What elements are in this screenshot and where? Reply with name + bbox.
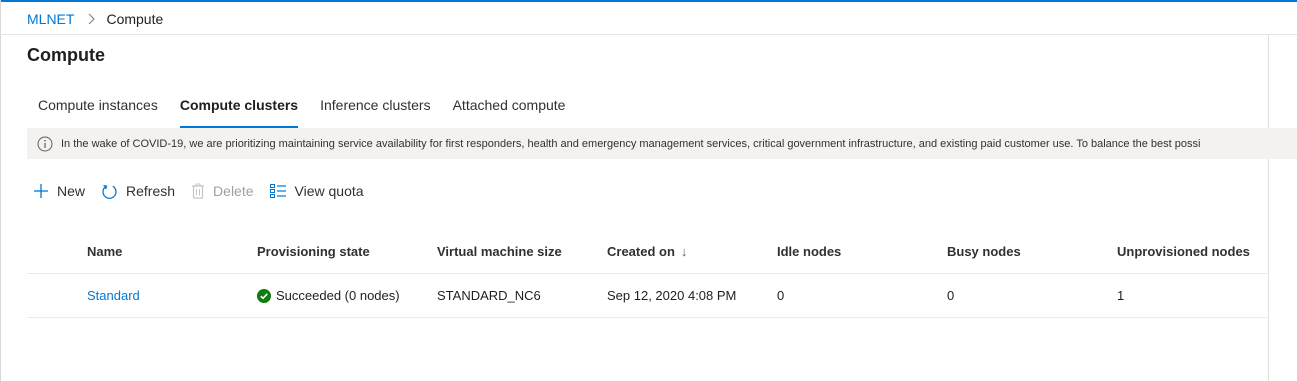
unprovisioned-nodes-cell: 1 xyxy=(1117,288,1125,303)
left-border xyxy=(0,0,1,381)
new-button[interactable]: New xyxy=(33,183,85,199)
column-header-name[interactable]: Name xyxy=(87,244,122,259)
command-bar: New Refresh Delete View quota xyxy=(33,180,380,202)
busy-nodes-cell: 0 xyxy=(947,288,955,303)
view-quota-button-label: View quota xyxy=(294,183,364,199)
breadcrumb-current: Compute xyxy=(106,11,164,27)
trash-icon xyxy=(192,183,205,199)
column-header-created-on[interactable]: Created on ↓ xyxy=(607,244,687,259)
header-divider xyxy=(0,34,1297,35)
compute-clusters-table: Name Provisioning state Virtual machine … xyxy=(27,230,1269,318)
provisioning-state-cell: Succeeded (0 nodes) xyxy=(257,288,400,303)
column-header-busy-nodes[interactable]: Busy nodes xyxy=(947,244,1021,259)
plus-icon xyxy=(34,184,48,198)
chevron-right-icon xyxy=(87,13,96,25)
table-row[interactable]: Standard Succeeded (0 nodes) STANDARD_NC… xyxy=(27,274,1269,318)
tab-compute-instances[interactable]: Compute instances xyxy=(27,94,169,128)
idle-nodes-cell: 0 xyxy=(777,288,785,303)
quota-list-icon xyxy=(269,184,286,198)
delete-button-label: Delete xyxy=(213,183,254,199)
column-header-provisioning-state[interactable]: Provisioning state xyxy=(257,244,370,259)
new-button-label: New xyxy=(57,183,86,199)
created-on-cell: Sep 12, 2020 4:08 PM xyxy=(607,288,737,303)
refresh-icon xyxy=(102,184,117,199)
column-header-idle-nodes[interactable]: Idle nodes xyxy=(777,244,841,259)
panel-divider xyxy=(1268,35,1269,381)
tab-attached-compute[interactable]: Attached compute xyxy=(442,94,577,128)
vm-size-cell: STANDARD_NC6 xyxy=(437,288,541,303)
top-accent-bar xyxy=(0,0,1297,2)
sort-descending-icon: ↓ xyxy=(680,244,688,259)
view-quota-button[interactable]: View quota xyxy=(269,183,364,199)
breadcrumb-workspace-link[interactable]: MLNET xyxy=(27,11,74,27)
refresh-button[interactable]: Refresh xyxy=(101,183,175,200)
breadcrumb: MLNET Compute xyxy=(27,10,163,28)
info-icon xyxy=(37,136,53,151)
tab-bar: Compute instances Compute clusters Infer… xyxy=(27,94,576,128)
table-header-row: Name Provisioning state Virtual machine … xyxy=(27,230,1269,274)
success-check-icon xyxy=(257,288,271,303)
column-header-unprovisioned-nodes[interactable]: Unprovisioned nodes xyxy=(1117,244,1250,259)
banner-text: In the wake of COVID-19, we are prioriti… xyxy=(61,137,1201,150)
provisioning-state-text: Succeeded (0 nodes) xyxy=(276,288,400,303)
tab-inference-clusters[interactable]: Inference clusters xyxy=(309,94,442,128)
refresh-button-label: Refresh xyxy=(126,183,176,199)
column-header-created-on-label: Created on xyxy=(607,244,675,259)
page-title: Compute xyxy=(27,45,105,65)
tab-compute-clusters[interactable]: Compute clusters xyxy=(169,94,309,128)
cluster-name-link[interactable]: Standard xyxy=(87,288,140,303)
delete-button[interactable]: Delete xyxy=(191,183,254,199)
column-header-vm-size[interactable]: Virtual machine size xyxy=(437,244,562,259)
info-banner: In the wake of COVID-19, we are prioriti… xyxy=(27,128,1297,159)
